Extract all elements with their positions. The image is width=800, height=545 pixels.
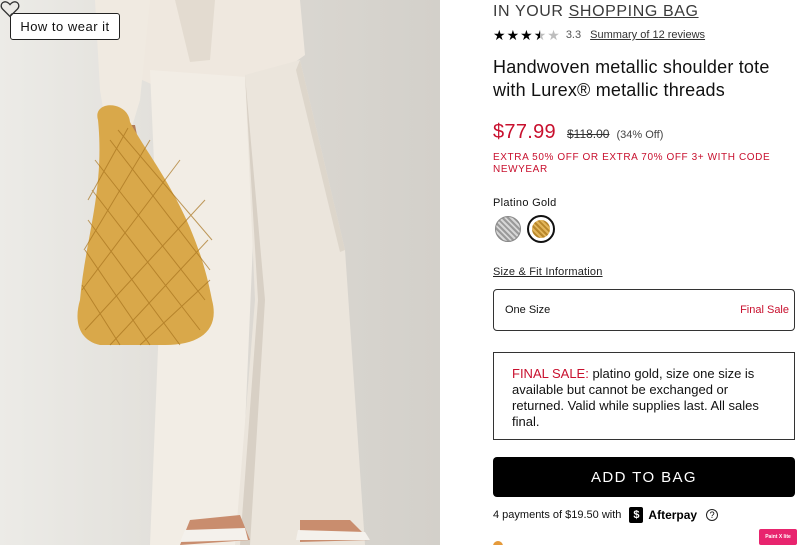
reviews-summary-link[interactable]: Summary of 12 reviews [590,29,705,41]
afterpay-row: 4 payments of $19.50 with $ Afterpay ? [493,506,719,524]
size-final-sale: Final Sale [740,304,789,316]
final-sale-label: FINAL SALE: [512,366,589,381]
product-page: How to wear it IN YOUR SHOPPING BAG ★ ★ … [0,0,800,545]
product-image[interactable]: How to wear it [0,0,440,545]
rating-row: ★ ★ ★ ★ ★ 3.3 Summary of 12 reviews [493,28,705,42]
rating-stars: ★ ★ ★ ★ ★ [493,28,560,42]
sale-price: $77.99 [493,121,556,143]
original-price: $118.00 [566,127,610,141]
extension-badge[interactable]: Paint X lite [759,529,797,545]
rating-value: 3.3 [565,29,582,41]
model-photo-illustration [77,0,370,545]
final-sale-notice: FINAL SALE: platino gold, size one size … [493,352,795,440]
wishlist-heart-icon[interactable] [0,0,20,18]
selected-color-label: Platino Gold [493,197,557,209]
product-title: Handwoven metallic shoulder tote with Lu… [493,57,770,100]
size-option-one-size[interactable]: One Size Final Sale [493,289,795,331]
afterpay-text: 4 payments of $19.50 with [493,509,622,521]
how-to-wear-button[interactable]: How to wear it [10,13,120,40]
color-swatch-platino-gold[interactable] [527,215,555,243]
size-fit-link[interactable]: Size & Fit Information [493,266,603,278]
partial-icon [493,541,503,545]
size-name: One Size [505,304,551,316]
discount-percent: (34% Off) [616,129,664,141]
afterpay-info-icon[interactable]: ? [706,509,719,521]
in-bag-notice: IN YOUR SHOPPING BAG [493,3,699,21]
star-full-icon: ★ [506,27,520,43]
shopping-bag-link[interactable]: SHOPPING BAG [569,3,699,20]
promo-code-message: EXTRA 50% OFF OR EXTRA 70% OFF 3+ WITH C… [493,152,771,175]
color-swatch-silver[interactable] [495,216,521,242]
price-row: $77.99 $118.00 (34% Off) [493,121,663,144]
gold-swatch-fill [532,220,550,238]
afterpay-logo-icon: $ [629,507,644,523]
star-full-icon: ★ [493,27,506,43]
star-full-icon: ★ [520,27,533,43]
bag-prefix: IN YOUR [493,3,564,20]
star-half-icon: ★ [533,27,547,43]
add-to-bag-button[interactable]: ADD TO BAG [493,457,795,497]
star-empty-icon: ★ [547,27,560,43]
afterpay-name: Afterpay [648,508,698,522]
